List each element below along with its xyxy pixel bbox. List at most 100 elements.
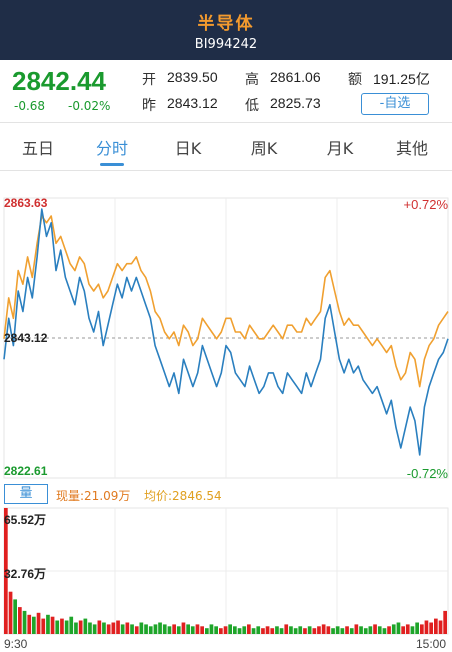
- volume-bar: [289, 626, 293, 634]
- volume-bar: [326, 626, 331, 634]
- volume-bar: [438, 620, 443, 634]
- volume-bar: [153, 624, 158, 634]
- volume-bar: [247, 624, 251, 634]
- volume-bar: [134, 626, 139, 634]
- volume-bar: [377, 626, 382, 634]
- volume-bar: [60, 618, 64, 634]
- volume-bar: [424, 620, 429, 634]
- volume-bar: [36, 612, 41, 634]
- volume-max-label: 65.52万: [4, 513, 47, 527]
- pct-min-label: -0.72%: [406, 466, 448, 481]
- volume-bar: [78, 620, 83, 634]
- volume-bar: [237, 628, 242, 634]
- volume-bar: [22, 610, 27, 634]
- volume-bar: [261, 628, 265, 634]
- volume-bar: [443, 610, 447, 634]
- volume-bar: [391, 624, 396, 634]
- volume-bar: [401, 626, 405, 634]
- volume-bar: [205, 628, 209, 634]
- volume-bar: [13, 599, 17, 634]
- current-volume: 现量:21.09万: [56, 489, 131, 503]
- volume-bar: [74, 622, 78, 634]
- volume-bar: [64, 620, 69, 634]
- volume-bar: [92, 624, 97, 634]
- volume-bar: [130, 624, 134, 634]
- volume-bar: [233, 626, 237, 634]
- volume-bar: [111, 622, 116, 634]
- time-start-label: 9:30: [4, 637, 28, 651]
- volume-bar: [363, 628, 368, 634]
- pct-max-label: +0.72%: [403, 197, 448, 212]
- volume-bar: [176, 626, 181, 634]
- volume-bar: [284, 624, 289, 634]
- volume-bar: [387, 626, 391, 634]
- volume-bar: [340, 628, 345, 634]
- volume-bar: [415, 622, 419, 634]
- volume-bar: [321, 624, 326, 634]
- volume-bar: [307, 626, 312, 634]
- volume-bar: [102, 622, 106, 634]
- volume-bar: [158, 622, 162, 634]
- average-price: 均价:2846.54: [144, 489, 222, 503]
- volume-bar: [405, 624, 410, 634]
- volume-bar: [139, 622, 144, 634]
- volume-bar: [195, 624, 200, 634]
- volume-bar: [303, 628, 307, 634]
- intraday-chart[interactable]: [0, 0, 452, 652]
- volume-bar: [83, 618, 88, 634]
- volume-bar: [279, 628, 284, 634]
- volume-bar: [429, 622, 433, 634]
- volume-bar: [167, 626, 172, 634]
- y-mid-label: 2843.12: [4, 331, 48, 345]
- volume-bar: [125, 622, 130, 634]
- volume-bar: [219, 628, 223, 634]
- volume-bar: [256, 626, 261, 634]
- volume-bar: [242, 626, 247, 634]
- volume-bar: [41, 618, 46, 634]
- volume-bar: [359, 626, 363, 634]
- volume-bar: [265, 626, 270, 634]
- volume-bar: [8, 591, 13, 634]
- volume-mid-label: 32.76万: [4, 567, 47, 581]
- volume-bar: [116, 620, 120, 634]
- volume-bar: [120, 624, 125, 634]
- volume-bar: [317, 626, 321, 634]
- volume-bar: [148, 626, 153, 634]
- volume-bar: [312, 628, 317, 634]
- volume-bar: [298, 626, 303, 634]
- volume-bar: [162, 624, 167, 634]
- time-end-label: 15:00: [415, 637, 446, 651]
- y-max-label: 2863.63: [4, 196, 48, 210]
- volume-bar: [186, 624, 190, 634]
- volume-bar: [345, 626, 349, 634]
- volume-bar: [293, 628, 298, 634]
- volume-bar: [396, 622, 401, 634]
- volume-bar: [335, 626, 340, 634]
- volume-bar: [209, 624, 214, 634]
- volume-bar: [181, 622, 186, 634]
- volume-bar: [214, 626, 218, 634]
- volume-bar: [270, 628, 275, 634]
- volume-bar: [200, 626, 204, 634]
- volume-bar: [382, 628, 387, 634]
- volume-bar: [434, 618, 438, 634]
- volume-bar: [46, 614, 50, 634]
- volume-bar: [50, 616, 55, 634]
- volume-bar: [106, 624, 111, 634]
- volume-bar: [27, 614, 32, 634]
- volume-bar: [349, 628, 354, 634]
- volume-bar: [251, 628, 256, 634]
- volume-bar: [69, 616, 74, 634]
- volume-bar: [88, 622, 92, 634]
- volume-bar: [55, 620, 60, 634]
- volume-bar: [144, 624, 148, 634]
- volume-bar: [190, 626, 195, 634]
- volume-bar: [354, 624, 359, 634]
- volume-bar: [223, 626, 228, 634]
- volume-bar: [228, 624, 232, 634]
- volume-bar: [368, 626, 373, 634]
- volume-bar: [172, 624, 176, 634]
- volume-bar: [275, 626, 279, 634]
- y-min-label: 2822.61: [4, 464, 48, 478]
- volume-indicator-button[interactable]: 量: [4, 484, 48, 504]
